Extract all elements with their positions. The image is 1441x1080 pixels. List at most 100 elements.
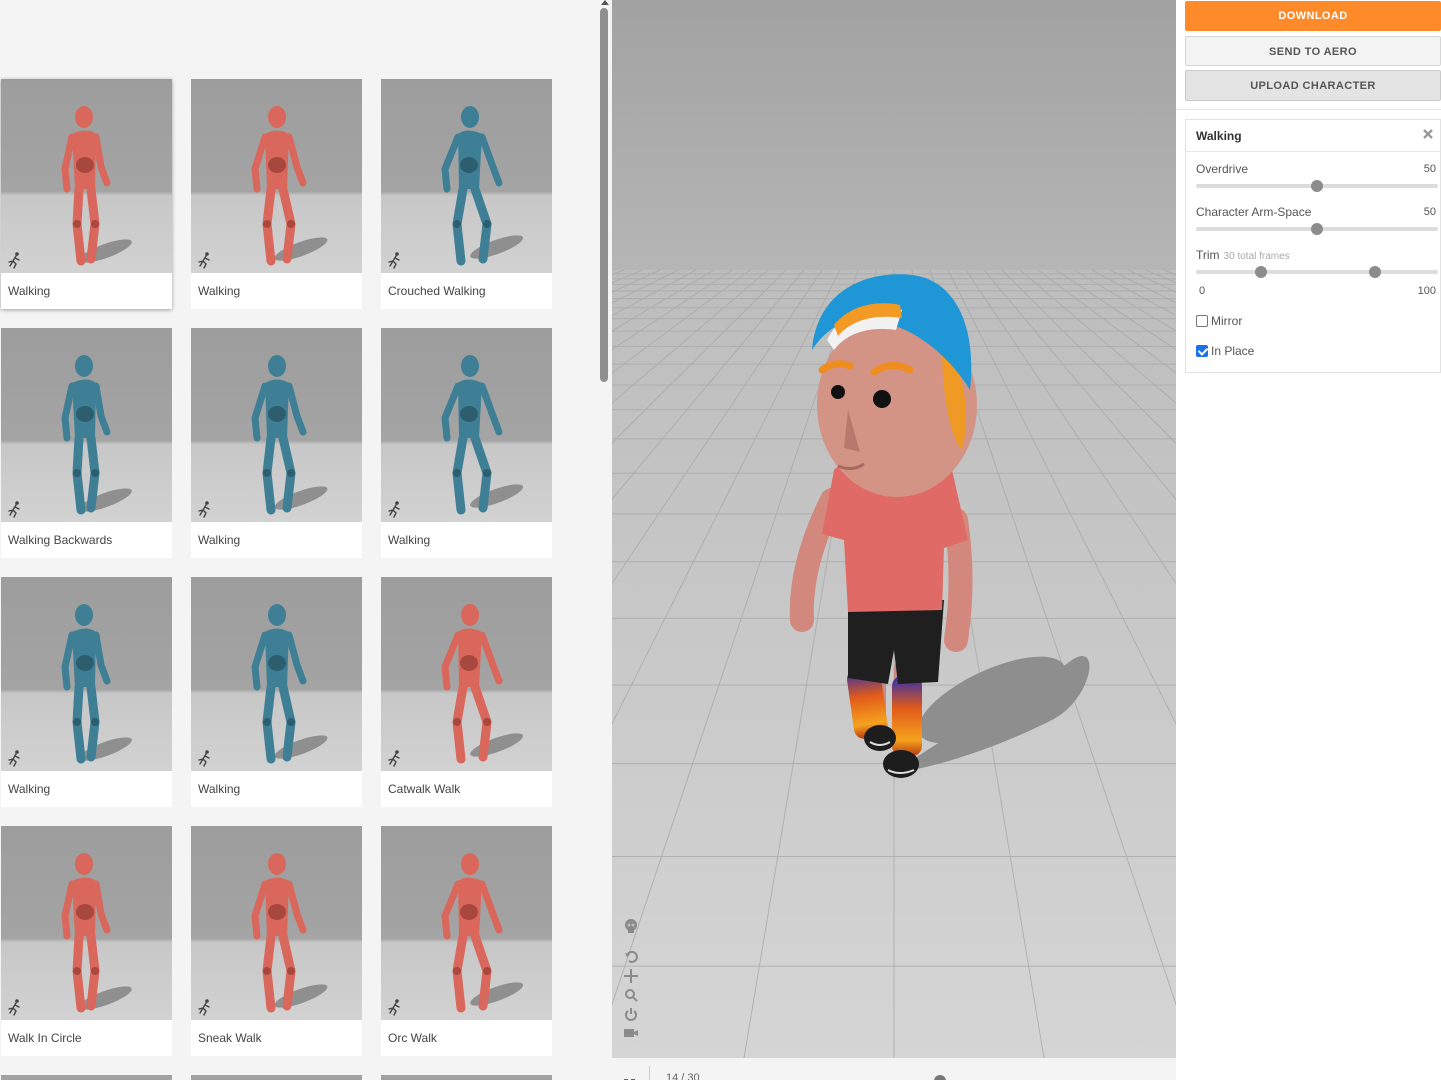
animation-thumbnail[interactable] xyxy=(1,79,172,273)
running-figure-icon xyxy=(8,750,20,767)
running-figure-icon xyxy=(8,999,20,1016)
mannequin-thumbnail xyxy=(251,853,328,1013)
skull-icon[interactable] xyxy=(623,918,639,934)
in-place-checkbox[interactable] xyxy=(1196,345,1208,357)
close-icon[interactable] xyxy=(1421,127,1435,141)
mannequin-thumbnail xyxy=(61,106,132,266)
animation-card[interactable]: Walking xyxy=(1,577,172,807)
animation-thumbnail[interactable] xyxy=(1,577,172,771)
running-figure-icon xyxy=(198,750,210,767)
animation-thumbnail[interactable] xyxy=(1,328,172,522)
send-to-aero-button[interactable]: SEND TO AERO xyxy=(1185,36,1441,66)
overdrive-slider[interactable] xyxy=(1196,180,1438,192)
library-scrollbar[interactable] xyxy=(598,0,612,1080)
zoom-icon[interactable] xyxy=(624,988,638,1002)
animation-thumbnail[interactable] xyxy=(381,79,552,273)
arm-space-value: 50 xyxy=(1423,206,1436,218)
animation-title: Walking Backwards xyxy=(8,533,113,547)
arm-space-slider-handle[interactable] xyxy=(1311,223,1323,235)
pause-icon[interactable] xyxy=(624,1074,638,1080)
overdrive-label: Overdrive xyxy=(1196,162,1249,176)
mannequin-thumbnail xyxy=(441,853,524,1013)
animation-card[interactable]: Walking xyxy=(191,577,362,807)
animation-card[interactable]: Walk In Circle xyxy=(1,826,172,1056)
trim-max-label: 100 xyxy=(1417,285,1436,297)
in-place-option[interactable]: In Place xyxy=(1196,344,1254,358)
camera-icon[interactable] xyxy=(623,1026,639,1040)
mannequin-thumbnail xyxy=(441,106,524,266)
animation-card[interactable]: Sneak Walk xyxy=(191,826,362,1056)
download-button[interactable]: DOWNLOAD xyxy=(1185,1,1441,31)
mannequin-thumbnail xyxy=(441,604,524,764)
running-figure-icon xyxy=(388,750,400,767)
animation-thumbnail[interactable] xyxy=(191,79,362,273)
settings-header: Walking xyxy=(1186,120,1440,152)
mirror-checkbox[interactable] xyxy=(1196,315,1208,327)
animation-title: Walking xyxy=(198,284,241,298)
animation-thumbnail[interactable] xyxy=(381,826,552,1020)
mirror-label: Mirror xyxy=(1211,314,1243,328)
trim-end-handle[interactable] xyxy=(1369,266,1382,278)
mannequin-thumbnail xyxy=(251,106,328,266)
animation-card[interactable]: Catwalk Walk xyxy=(381,577,552,807)
animation-thumbnail[interactable] xyxy=(191,577,362,771)
upload-character-button[interactable]: UPLOAD CHARACTER xyxy=(1185,70,1441,101)
3d-viewport[interactable] xyxy=(612,0,1176,1058)
overdrive-slider-handle[interactable] xyxy=(1311,180,1323,192)
animation-card[interactable]: Walking xyxy=(381,328,552,558)
animation-card[interactable]: Walking xyxy=(1,79,172,309)
scroll-thumb[interactable] xyxy=(600,8,608,382)
running-figure-icon xyxy=(388,999,400,1016)
undo-icon[interactable] xyxy=(624,950,638,964)
animation-title: Crouched Walking xyxy=(388,284,486,298)
animation-title: Walking xyxy=(388,533,431,547)
animation-title: Sneak Walk xyxy=(198,1031,262,1045)
animation-card[interactable]: Crouched Walking xyxy=(381,79,552,309)
frame-counter: 14 / 30 xyxy=(666,1072,700,1080)
next-row-peek xyxy=(1,1075,552,1080)
mirror-option[interactable]: Mirror xyxy=(1196,314,1242,328)
animation-settings: Walking Overdrive 50 Character Arm-Space… xyxy=(1185,119,1441,373)
trim-min-label: 0 xyxy=(1199,285,1206,297)
animation-card[interactable]: Walking xyxy=(191,328,362,558)
mannequin-thumbnail xyxy=(441,355,524,515)
trim-frames-count: 30 total frames xyxy=(1223,251,1290,262)
animation-title: Walking xyxy=(198,533,241,547)
trim-start-handle[interactable] xyxy=(1255,266,1268,278)
animation-thumbnail[interactable] xyxy=(191,328,362,522)
in-place-label: In Place xyxy=(1211,344,1255,358)
animation-card[interactable]: Walking Backwards xyxy=(1,328,172,558)
trim-label: Trim 30 total frames xyxy=(1196,248,1290,262)
arm-space-label: Character Arm-Space xyxy=(1196,205,1312,219)
running-figure-icon xyxy=(198,501,210,518)
animation-grid: Walking Walking Crouched Walking Walking Ba… xyxy=(1,79,552,1056)
character-scene xyxy=(612,0,1176,1058)
animation-card[interactable]: Walking xyxy=(191,79,362,309)
running-figure-icon xyxy=(388,252,400,269)
viewport-toolbar xyxy=(622,918,640,1040)
power-icon[interactable] xyxy=(624,1007,638,1021)
arm-space-slider[interactable] xyxy=(1196,223,1438,235)
animation-library: Walking Walking Crouched Walking Walking Ba… xyxy=(0,0,598,1080)
playback-timeline: 14 / 30 xyxy=(612,1058,1176,1080)
animation-title: Orc Walk xyxy=(388,1031,437,1045)
running-figure-icon xyxy=(198,252,210,269)
card-peek xyxy=(1,1075,172,1080)
mannequin-thumbnail xyxy=(251,604,328,764)
scroll-up-arrow-icon[interactable] xyxy=(601,0,609,5)
mannequin-thumbnail xyxy=(61,355,132,515)
animation-title: Walking xyxy=(8,782,51,796)
timeline-scrubber[interactable] xyxy=(934,1075,946,1080)
running-figure-icon xyxy=(198,999,210,1016)
animation-title: Walking xyxy=(8,284,51,298)
mannequin-thumbnail xyxy=(61,604,132,764)
animation-thumbnail[interactable] xyxy=(191,826,362,1020)
animation-thumbnail[interactable] xyxy=(381,328,552,522)
animation-title: Catwalk Walk xyxy=(388,782,461,796)
move-icon[interactable] xyxy=(624,969,638,983)
animation-thumbnail[interactable] xyxy=(381,577,552,771)
timeline-divider xyxy=(649,1066,650,1080)
animation-thumbnail[interactable] xyxy=(1,826,172,1020)
trim-range-slider[interactable] xyxy=(1196,266,1438,278)
animation-card[interactable]: Orc Walk xyxy=(381,826,552,1056)
